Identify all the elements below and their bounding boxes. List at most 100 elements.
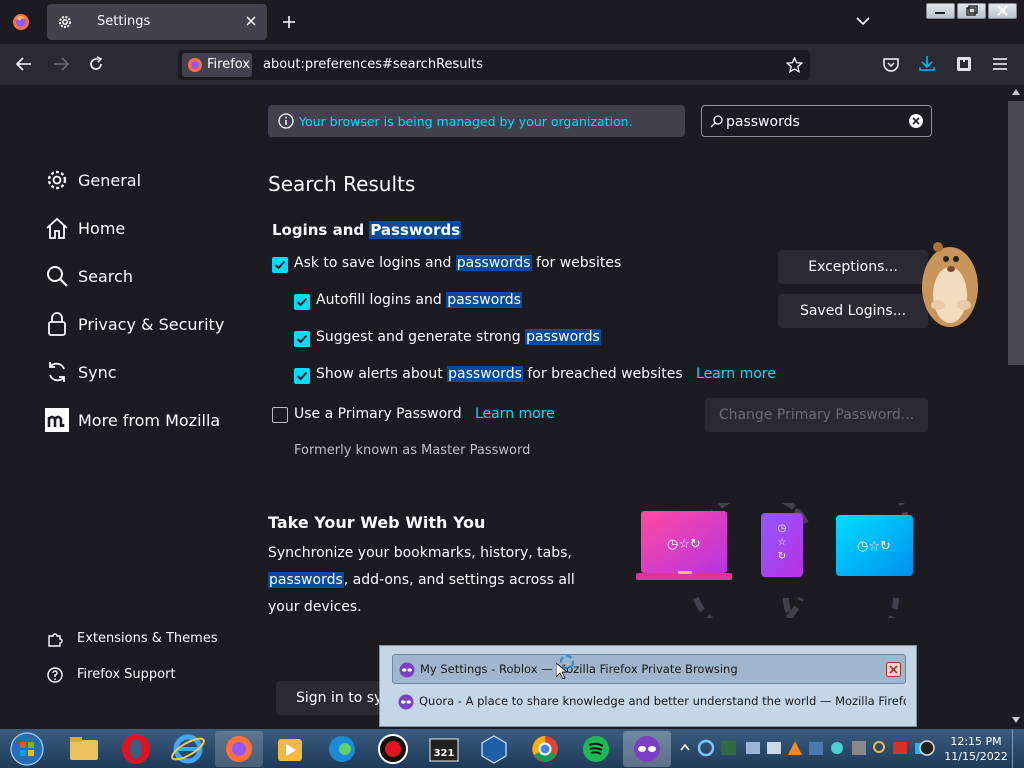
minimize-button[interactable] [926,3,955,19]
volume-icon[interactable] [918,739,936,757]
internet-explorer-icon[interactable] [164,731,212,767]
new-tab-icon[interactable] [282,15,296,29]
close-window-icon[interactable] [886,662,901,677]
system-tray-icons[interactable] [696,738,936,758]
bookmark-star-icon[interactable] [786,57,803,73]
ask-save-label: Ask to save logins and passwords for web… [294,255,622,271]
sidebar-item-label: More from Mozilla [78,411,221,430]
recorder-icon[interactable] [369,731,417,767]
close-window-button[interactable] [988,3,1017,19]
sign-in-to-sync-button[interactable]: Sign in to sy [276,681,386,715]
tab-title: Settings [97,14,151,29]
svg-text:↻: ↻ [778,551,786,562]
breach-alerts-checkbox[interactable] [294,368,310,384]
clear-search-icon[interactable] [908,113,924,129]
scroll-up-arrow-icon[interactable] [1012,89,1020,95]
firefox-logo-icon [187,57,203,73]
tab-strip: Settings [0,0,1024,44]
change-primary-password-button[interactable]: Change Primary Password... [705,398,928,432]
sidebar-item-label: Sync [78,363,117,382]
window-list-item[interactable]: Quora - A place to share knowledge and b… [392,687,906,717]
search-icon [45,264,69,288]
exceptions-button[interactable]: Exceptions... [778,250,928,284]
firefox-private-taskbar-icon[interactable] [623,731,671,767]
sync-icon [45,360,69,384]
formerly-known-note: Formerly known as Master Password [294,443,531,458]
private-browsing-icon [398,694,414,710]
ask-save-checkbox[interactable] [272,257,288,273]
show-hidden-tray-icon[interactable] [678,733,692,763]
sidebar-item-label: Privacy & Security [78,315,225,334]
video-editor-icon[interactable]: 321 [420,731,468,767]
edge-icon[interactable] [318,731,366,767]
tab-settings[interactable]: Settings [47,4,267,40]
settings-search-field[interactable] [701,105,932,137]
opera-icon[interactable] [112,731,160,767]
list-all-tabs-icon[interactable] [856,16,870,26]
gear-icon [57,14,73,30]
forward-icon[interactable] [53,57,69,71]
loading-cursor-icon [556,655,578,679]
url-bar[interactable]: Firefox about:preferences#searchResults [178,50,810,80]
virtualbox-icon[interactable] [470,731,518,767]
sidebar-item-label: Extensions & Themes [77,631,218,646]
svg-text:☆: ☆ [778,537,787,548]
extension-icon[interactable] [956,56,972,72]
puzzle-piece-icon [46,630,64,648]
url-text[interactable]: about:preferences#searchResults [263,57,483,72]
sync-description-line1: Synchronize your bookmarks, history, tab… [268,545,572,561]
svg-text:321: 321 [434,748,455,759]
primary-password-checkbox[interactable] [272,407,288,423]
breach-alerts-label: Show alerts about passwords for breached… [316,366,776,382]
preferences-content: General Home Search Privacy & Security S… [0,85,1008,729]
learn-more-link[interactable]: Learn more [696,366,776,382]
nav-toolbar: Firefox about:preferences#searchResults [0,44,1024,85]
media-player-icon[interactable] [266,731,314,767]
saved-logins-button[interactable]: Saved Logins... [778,294,928,328]
learn-more-link[interactable]: Learn more [475,406,555,422]
system-clock[interactable]: 12:15 PM 11/15/2022 [944,734,1008,764]
firefox-taskbar-icon[interactable] [215,731,263,767]
search-input[interactable] [726,112,906,132]
mozilla-m-icon [45,408,69,432]
policies-notice-link[interactable]: Your browser is being managed by your or… [299,114,633,129]
reload-icon[interactable] [88,56,104,72]
sync-devices-illustration: ◷☆↻ ◷ ☆ ↻ ◷☆↻ [636,503,916,618]
page-title: Search Results [268,172,416,196]
restore-button[interactable] [957,3,986,19]
chrome-icon[interactable] [521,731,569,767]
window-list-item[interactable]: My Settings - Roblox — Mozilla Firefox P… [392,654,906,684]
downloads-icon[interactable] [919,55,935,72]
show-desktop-button[interactable] [1012,729,1024,768]
svg-text:◷: ◷ [778,523,787,534]
autofill-label: Autofill logins and passwords [316,292,522,308]
sidebar-item-label: Search [78,267,133,286]
identity-box[interactable]: Firefox [182,53,252,77]
window-list-item-title: Quora - A place to share knowledge and b… [419,694,906,708]
scrollbar-thumb[interactable] [1008,101,1024,365]
identity-label: Firefox [207,57,251,72]
hamster-pet-image [916,225,982,331]
logins-section-title: Logins and Passwords [272,221,462,239]
file-explorer-icon[interactable] [60,731,108,767]
scroll-down-arrow-icon[interactable] [1012,717,1020,723]
policies-notice: Your browser is being managed by your or… [268,105,685,137]
back-icon[interactable] [16,57,32,71]
close-tab-icon[interactable] [245,15,257,27]
sync-description-line2: passwords, add-ons, and settings across … [268,572,575,588]
suggest-checkbox[interactable] [294,331,310,347]
primary-password-label: Use a Primary Password Learn more [294,406,555,422]
taskbar-window-list-popup: My Settings - Roblox — Mozilla Firefox P… [379,645,917,727]
start-button-icon[interactable] [2,731,52,767]
sync-description-line3: your devices. [268,599,362,615]
private-browsing-icon [399,662,415,678]
autofill-checkbox[interactable] [294,294,310,310]
vertical-scrollbar[interactable] [1008,85,1024,729]
search-icon [710,114,724,128]
pocket-icon[interactable] [883,57,899,72]
firefox-menu-icon[interactable] [12,13,30,31]
clock-time: 12:15 PM [950,735,1002,748]
hamburger-menu-icon[interactable] [992,57,1008,71]
spotify-icon[interactable] [572,731,620,767]
clock-date: 11/15/2022 [944,750,1008,763]
